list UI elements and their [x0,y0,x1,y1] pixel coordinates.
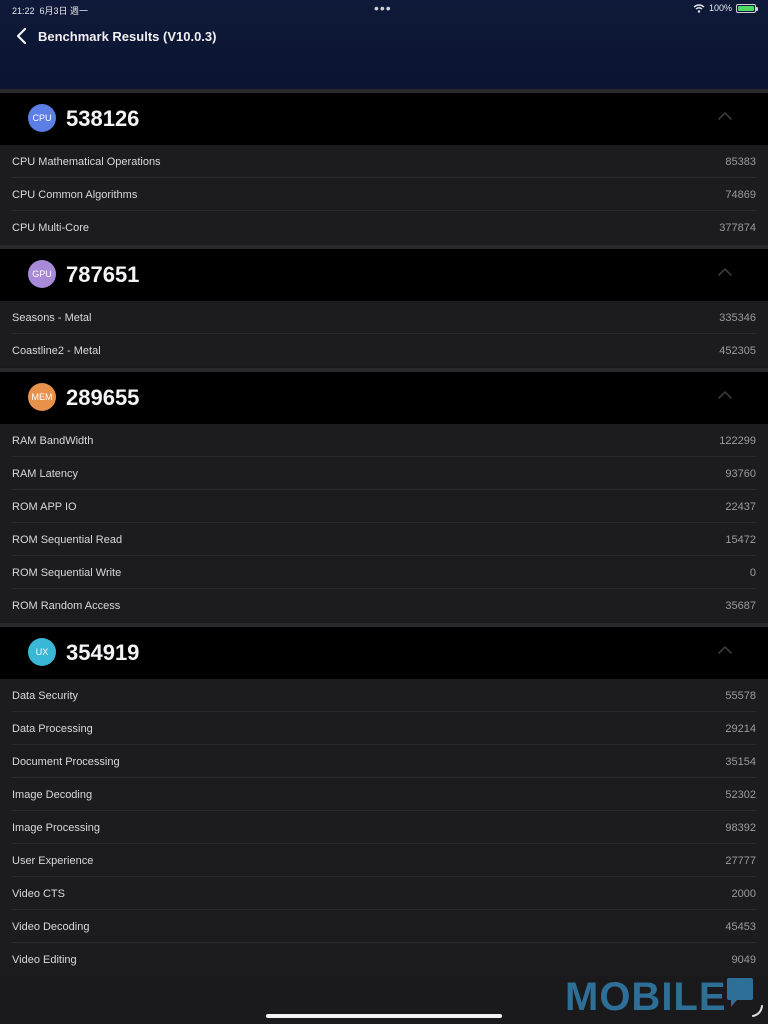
chevron-up-icon[interactable] [718,267,732,277]
watermark-logo: MOBILE [565,975,727,1019]
result-row: Video Editing 9049 [0,943,768,976]
section-header-ux[interactable]: UX 354919 [0,627,768,679]
result-label: ROM Random Access [12,600,121,612]
result-label: Data Processing [12,723,93,735]
watermark-bubble-icon [727,978,753,1007]
result-value: 98392 [725,822,756,834]
result-value: 22437 [725,501,756,513]
result-row: Coastline2 - Metal 452305 [0,334,768,367]
section-score: 538126 [66,106,140,131]
chevron-left-icon[interactable] [14,27,30,45]
result-row: Seasons - Metal 335346 [0,301,768,334]
result-row: CPU Common Algorithms 74869 [0,178,768,211]
result-label: CPU Common Algorithms [12,189,138,201]
chevron-up-icon[interactable] [718,390,732,400]
result-label: ROM Sequential Write [12,567,122,579]
result-value: 335346 [719,312,756,324]
result-label: Coastline2 - Metal [12,345,101,357]
mem-badge-icon: MEM [28,383,56,411]
status-right: 100% [693,3,758,13]
result-label: RAM Latency [12,468,79,480]
result-row: ROM Random Access 35687 [0,589,768,622]
result-label: Seasons - Metal [12,312,92,324]
result-label: Video Decoding [12,921,90,933]
result-value: 122299 [719,435,756,447]
result-label: Image Decoding [12,789,93,801]
result-row: Data Processing 29214 [0,712,768,745]
page-title: Benchmark Results (V10.0.3) [38,29,217,44]
result-row: Document Processing 35154 [0,745,768,778]
result-row: Image Processing 98392 [0,811,768,844]
section-header-cpu[interactable]: CPU 538126 [0,93,768,145]
result-label: Video Editing [12,954,77,966]
cpu-badge-icon: CPU [28,104,56,132]
battery-percent: 100% [708,3,732,13]
result-row: CPU Multi-Core 377874 [0,211,768,244]
wifi-icon [693,3,705,13]
result-value: 35687 [725,600,756,612]
section-header-mem[interactable]: MEM 289655 [0,372,768,424]
section-score: 787651 [66,262,140,287]
section-header-gpu[interactable]: GPU 787651 [0,249,768,301]
ux-badge-icon: UX [28,638,56,666]
result-value: 9049 [731,954,756,966]
result-value: 45453 [725,921,756,933]
result-value: 452305 [719,345,756,357]
result-value: 35154 [725,756,756,768]
result-label: Image Processing [12,822,101,834]
chevron-up-icon[interactable] [718,111,732,121]
status-bar: 21:22 6月3日 週一 ••• 100% [0,0,768,18]
result-label: User Experience [12,855,94,867]
multitask-dots-icon[interactable]: ••• [374,0,392,16]
result-value: 74869 [725,189,756,201]
battery-icon [736,3,758,13]
result-row: CPU Mathematical Operations 85383 [0,145,768,178]
result-row: User Experience 27777 [0,844,768,877]
status-time: 21:22 6月3日 週一 [12,6,89,16]
section-score: 354919 [66,640,140,665]
result-value: 0 [749,567,756,579]
phone-icon [752,1005,763,1017]
result-value: 377874 [719,222,756,234]
section-score: 289655 [66,385,140,410]
result-value: 85383 [725,156,756,168]
result-row: ROM APP IO 22437 [0,490,768,523]
result-label: RAM BandWidth [12,435,94,447]
result-row: ROM Sequential Read 15472 [0,523,768,556]
result-value: 15472 [725,534,756,546]
result-row: Data Security 55578 [0,679,768,712]
result-value: 55578 [725,690,756,702]
result-label: CPU Multi-Core [12,222,90,234]
result-label: ROM APP IO [12,501,77,513]
result-row: Video Decoding 45453 [0,910,768,943]
result-label: Data Security [12,690,79,702]
result-label: Document Processing [12,756,120,768]
result-row: Image Decoding 52302 [0,778,768,811]
result-label: CPU Mathematical Operations [12,156,161,168]
result-row: RAM Latency 93760 [0,457,768,490]
result-label: Video CTS [12,888,65,900]
result-label: ROM Sequential Read [12,534,123,546]
result-row: Video CTS 2000 [0,877,768,910]
result-row: ROM Sequential Write 0 [0,556,768,589]
result-value: 52302 [725,789,756,801]
chevron-up-icon[interactable] [718,645,732,655]
home-indicator[interactable] [266,1014,502,1018]
result-value: 29214 [725,723,756,735]
result-value: 2000 [731,888,756,900]
gpu-badge-icon: GPU [28,260,56,288]
result-value: 27777 [725,855,756,867]
result-value: 93760 [725,468,756,480]
result-row: RAM BandWidth 122299 [0,424,768,457]
